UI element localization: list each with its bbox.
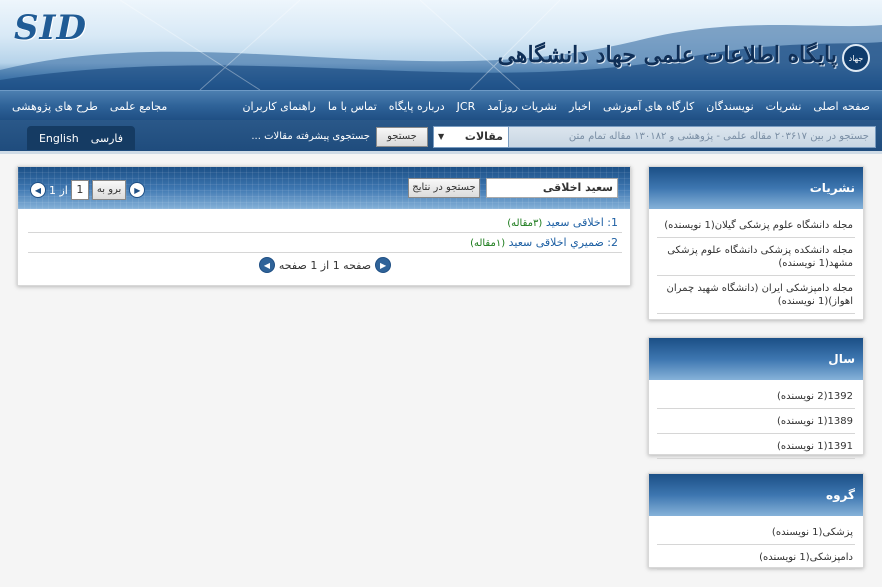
result-author-link[interactable]: اخلاقی سعید	[546, 216, 604, 229]
sidebar-journal-item[interactable]: مجله دانشکده پزشکی دانشگاه علوم پزشکی مش…	[657, 238, 855, 276]
search-type-select[interactable]: مقالات ▼	[433, 126, 509, 148]
sidebar-year-list: 1392(2 نویسنده) 1389(1 نویسنده) 1391(1 ن…	[649, 380, 863, 465]
sidebar-year: سال 1392(2 نویسنده) 1389(1 نویسنده) 1391…	[648, 337, 864, 459]
nav-research-projects[interactable]: طرح های پژوهشی	[6, 100, 104, 113]
main-nav-left: مجامع علمی طرح های پژوهشی	[6, 91, 173, 121]
pager-bottom: ◀ صفحه 1 از 1 صفحه ▶	[18, 257, 632, 273]
sid-logo[interactable]: SID	[14, 8, 87, 48]
result-number: 2:	[607, 236, 618, 249]
nav-jcr[interactable]: JCR	[451, 100, 482, 113]
sidebar-journals-title: نشریات	[809, 181, 855, 195]
result-row[interactable]: 2: ضميري اخلاقی سعید (۱مقاله)	[28, 233, 622, 253]
sidebar-group-list: پزشکی(1 نویسنده) دامپزشکی(1 نویسنده)	[649, 516, 863, 576]
result-article-count: (۱مقاله)	[470, 238, 506, 249]
site-banner: SID پایگاه اطلاعات علمی جهاد دانشگاهی جه…	[0, 0, 882, 90]
lang-english[interactable]: English	[39, 132, 79, 145]
page-status: صفحه 1 از 1 صفحه	[278, 258, 372, 272]
prev-page-icon[interactable]: ◀	[258, 257, 275, 273]
page-number-input[interactable]: 1	[70, 180, 89, 200]
sidebar-group: گروه پزشکی(1 نویسنده) دامپزشکی(1 نویسنده…	[648, 473, 864, 570]
jahad-emblem-icon: جهاد	[842, 44, 870, 72]
results-header: سعید اخلاقی جستجو در نتایج ◀ از 1 1 برو …	[18, 167, 630, 209]
author-query-input[interactable]: سعید اخلاقی	[486, 178, 618, 198]
sidebar-journals-list: مجله دانشگاه علوم پزشکی گیلان(1 نویسنده)…	[649, 209, 863, 320]
nav-user-guide[interactable]: راهنمای کاربران	[236, 100, 321, 113]
sidebar-year-header: سال	[649, 338, 863, 380]
sidebar-year-item[interactable]: 1389(1 نویسنده)	[657, 409, 855, 434]
search-bar: جستجو در بین ۲۰۳۶۱۷ مقاله علمی - پژوهشی …	[0, 120, 882, 154]
site-title: پایگاه اطلاعات علمی جهاد دانشگاهی	[497, 42, 837, 68]
result-author-link[interactable]: ضميري اخلاقی سعید	[509, 236, 604, 249]
sidebar-journals: نشریات مجله دانشگاه علوم پزشکی گیلان(1 ن…	[648, 166, 864, 320]
pager-top: ◀ از 1 1 برو به ▶	[30, 179, 146, 201]
result-row[interactable]: 1: اخلاقی سعید (۳مقاله)	[28, 213, 622, 233]
sidebar-journal-item[interactable]: مجله دامپزشکی ایران (دانشگاه شهید چمران …	[657, 276, 855, 314]
main-nav: صفحه اصلی نشریات نویسندگان کارگاه های آم…	[0, 90, 882, 120]
sidebar-journal-item[interactable]: مجله دانشگاه علوم پزشکی گیلان(1 نویسنده)	[657, 213, 855, 238]
nav-updated-journals[interactable]: نشریات روزآمد	[481, 100, 563, 113]
search-input[interactable]: جستجو در بین ۲۰۳۶۱۷ مقاله علمی - پژوهشی …	[508, 126, 876, 148]
language-switcher: English فارسی	[27, 126, 135, 150]
pager-of-label: از 1	[49, 183, 68, 197]
search-in-results-button[interactable]: جستجو در نتایج	[408, 178, 480, 198]
sidebar-group-header: گروه	[649, 474, 863, 516]
sidebar-year-item[interactable]: 1392(2 نویسنده)	[657, 384, 855, 409]
next-page-icon[interactable]: ▶	[375, 257, 392, 273]
sidebar-group-item[interactable]: پزشکی(1 نویسنده)	[657, 520, 855, 545]
results-panel: سعید اخلاقی جستجو در نتایج ◀ از 1 1 برو …	[17, 166, 631, 286]
main-nav-right: صفحه اصلی نشریات نویسندگان کارگاه های آم…	[236, 91, 876, 121]
nav-workshops[interactable]: کارگاه های آموزشی	[597, 100, 700, 113]
search-button[interactable]: جستجو	[376, 127, 428, 147]
lang-farsi[interactable]: فارسی	[91, 132, 123, 145]
nav-contact[interactable]: تماس با ما	[322, 100, 383, 113]
sidebar-year-item[interactable]: 1391(1 نویسنده)	[657, 434, 855, 459]
dropdown-arrow-icon: ▼	[438, 132, 445, 141]
nav-home[interactable]: صفحه اصلی	[807, 100, 876, 113]
nav-journals[interactable]: نشریات	[760, 100, 808, 113]
advanced-search-link[interactable]: جستجوی پیشرفته مقالات ...	[251, 127, 370, 147]
next-page-icon[interactable]: ▶	[129, 182, 146, 198]
sidebar-group-title: گروه	[826, 488, 855, 502]
search-type-value: مقالات	[464, 130, 503, 143]
sidebar-group-item[interactable]: دامپزشکی(1 نویسنده)	[657, 545, 855, 570]
sidebar-year-title: سال	[828, 352, 855, 366]
nav-about[interactable]: درباره پایگاه	[383, 100, 451, 113]
go-to-page-button[interactable]: برو به	[91, 180, 127, 200]
nav-authors[interactable]: نویسندگان	[700, 100, 759, 113]
result-article-count: (۳مقاله)	[507, 218, 543, 229]
prev-page-icon[interactable]: ◀	[30, 182, 46, 198]
sidebar-journals-header: نشریات	[649, 167, 863, 209]
nav-news[interactable]: اخبار	[563, 100, 597, 113]
nav-scientific-societies[interactable]: مجامع علمی	[104, 100, 173, 113]
result-number: 1:	[607, 216, 618, 229]
